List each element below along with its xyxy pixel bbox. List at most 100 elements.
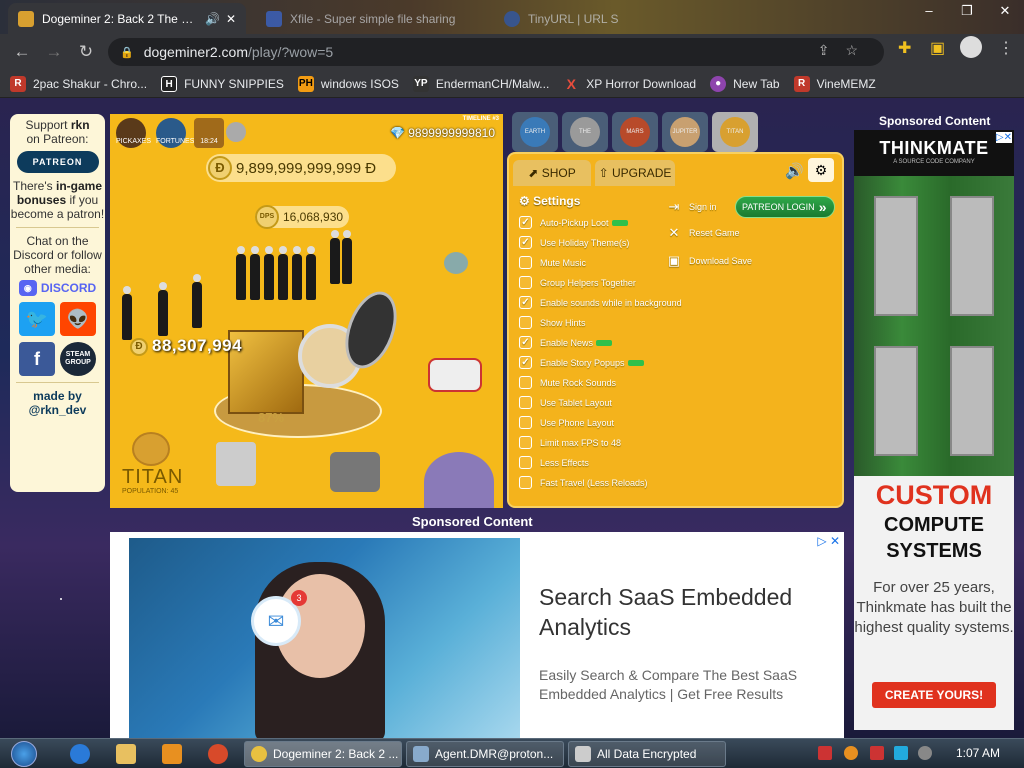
reset-game-button[interactable]: ✕ Reset Game [667,226,740,240]
planet-mars[interactable]: MARS [612,112,658,152]
paint-icon[interactable] [208,744,228,764]
facebook-icon[interactable]: f [19,342,55,376]
tab-xfile[interactable]: Xfile - Super simple file sharing [256,3,486,34]
ad-title[interactable]: Search SaaS Embedded Analytics [539,582,819,642]
taskbar-item-chrome[interactable]: Dogeminer 2: Back 2 ... [244,741,402,767]
bookmark-star-icon[interactable]: ☆ [845,42,874,58]
setting-tablet-layout[interactable]: Use Tablet Layout [519,396,612,409]
back-arrow-icon[interactable]: ← [6,36,38,68]
bookmark-item[interactable]: YP EndermanCH/Malw... [412,75,549,92]
setting-holiday-theme[interactable]: ✓ Use Holiday Theme(s) [519,236,629,249]
minimize-icon[interactable]: – [910,0,948,26]
media-player-icon[interactable] [162,744,182,764]
internet-explorer-icon[interactable] [70,744,90,764]
patreon-login-button[interactable]: PATREON LOGIN» [735,196,835,218]
banner-ad[interactable]: ✉ 3 Search SaaS Embedded Analytics Easil… [110,532,844,738]
tab-upgrade[interactable]: ⇧ UPGRADE [595,160,675,186]
planet-jupiter[interactable]: JUPITER [662,112,708,152]
start-button[interactable] [6,739,42,768]
extensions-puzzle-icon[interactable]: ✚ [898,38,911,58]
setting-fast-travel[interactable]: Fast Travel (Less Reloads) [519,476,648,489]
checkbox[interactable]: ✓ [519,296,532,309]
author-link[interactable]: @rkn_dev [10,403,105,417]
setting-background-sounds[interactable]: ✓ Enable sounds while in background [519,296,682,309]
checkbox[interactable] [519,256,532,269]
setting-show-hints[interactable]: Show Hints [519,316,586,329]
bookmark-item[interactable]: ● New Tab [710,75,780,92]
sign-in-button[interactable]: ⇥ Sign in [667,200,717,214]
restore-icon[interactable]: ❐ [948,0,986,26]
forward-arrow-icon[interactable]: → [38,36,70,68]
gift-box-icon[interactable]: 18:24 [194,118,224,148]
planet-earth[interactable]: EARTH [512,112,558,152]
ad-subtitle[interactable]: Easily Search & Compare The Best SaaS Em… [539,666,829,704]
flag-icon[interactable] [870,746,884,760]
reload-icon[interactable]: ↻ [70,36,102,68]
discord-link[interactable]: ◉ DISCORD [10,280,105,296]
checkbox[interactable] [519,376,532,389]
setting-story-popups[interactable]: ✓ Enable Story Popups [519,356,644,369]
volume-icon[interactable] [918,746,932,760]
setting-phone-layout[interactable]: Use Phone Layout [519,416,614,429]
setting-mute-music[interactable]: Mute Music [519,256,586,269]
steam-group-icon[interactable]: STEAM GROUP [60,342,96,376]
kebab-menu-icon[interactable]: ⋮ [998,38,1014,58]
setting-less-effects[interactable]: Less Effects [519,456,589,469]
bookmark-item[interactable]: PH windows ISOS [297,75,399,92]
patreon-button[interactable]: PATREON [16,151,99,173]
side-ad[interactable]: THINKMATE A SOURCE CODE COMPANY CUSTOM C… [854,130,1014,730]
tab-tinyurl[interactable]: TinyURL | URL S [494,3,644,34]
checkbox[interactable] [519,476,532,489]
fortunes-icon[interactable]: FORTUNES [156,118,194,148]
share-icon[interactable]: ⇪ [818,42,846,58]
tray-icon[interactable] [818,746,832,760]
checkbox[interactable]: ✓ [519,236,532,249]
speaker-icon[interactable]: 🔊 [205,12,220,26]
bookmark-item[interactable]: R VineMEMZ [793,75,876,92]
file-explorer-icon[interactable] [116,744,136,764]
create-yours-button[interactable]: CREATE YOURS! [872,682,996,708]
checkbox[interactable] [519,456,532,469]
checkbox[interactable] [519,276,532,289]
pickaxes-icon[interactable]: PICKAXES [116,118,151,148]
taskbar-item-notepad[interactable]: Agent.DMR@proton... [406,741,564,767]
planet-titan[interactable]: TITAN [712,112,758,152]
bookmark-item[interactable]: X XP Horror Download [563,76,697,92]
clock[interactable]: 1:07 AM [956,746,1000,760]
checkbox[interactable] [519,396,532,409]
adchoices-close-icon[interactable]: ▷ ✕ [817,534,840,548]
setting-enable-news[interactable]: ✓ Enable News [519,336,613,349]
sidepanel-icon[interactable]: ▣ [930,38,945,58]
checkbox[interactable] [519,436,532,449]
bookmark-item[interactable]: H FUNNY SNIPPIES [161,75,284,92]
taskbar-item-encrypted[interactable]: All Data Encrypted [568,741,726,767]
setting-group-helpers[interactable]: Group Helpers Together [519,276,636,289]
checkbox[interactable]: ✓ [519,216,532,229]
checkbox[interactable]: ✓ [519,356,532,369]
window-close-icon[interactable]: ✕ [986,0,1024,26]
checkbox[interactable]: ✓ [519,336,532,349]
setting-auto-pickup-loot[interactable]: ✓ Auto-Pickup Loot [519,216,628,229]
sound-speaker-icon[interactable]: 🔊 [785,162,804,180]
profile-avatar-icon[interactable] [960,36,982,58]
tray-icon[interactable] [844,746,858,760]
bookmark-item[interactable]: R 2pac Shakur - Chro... [10,75,147,92]
tab-dogeminer[interactable]: Dogeminer 2: Back 2 The Moon 🔊 ✕ [8,3,246,34]
setting-mute-rock-sounds[interactable]: Mute Rock Sounds [519,376,616,389]
setting-limit-fps[interactable]: Limit max FPS to 48 [519,436,621,449]
game-canvas[interactable]: PICKAXES FORTUNES 18:24 TIMELINE #3 💎 98… [110,114,503,508]
pause-icon[interactable] [226,122,246,142]
tab-shop[interactable]: ⬈ SHOP [513,160,591,186]
tab-close-icon[interactable]: ✕ [226,12,236,26]
share-star-icons[interactable]: ⇪☆ [818,42,874,59]
gear-icon[interactable]: ⚙ [808,158,834,182]
twitter-icon[interactable]: 🐦 [19,302,55,336]
address-bar[interactable]: 🔒 dogeminer2.com /play/?wow=5 ⇪☆ [108,38,884,66]
download-save-button[interactable]: ▣ Download Save [667,254,752,268]
checkbox[interactable] [519,316,532,329]
adchoices-icon[interactable]: ▷✕ [995,132,1012,143]
reddit-icon[interactable]: 👽 [60,302,96,336]
planet-moon[interactable]: THE MOON [562,112,608,165]
checkbox[interactable] [519,416,532,429]
network-icon[interactable] [894,746,908,760]
